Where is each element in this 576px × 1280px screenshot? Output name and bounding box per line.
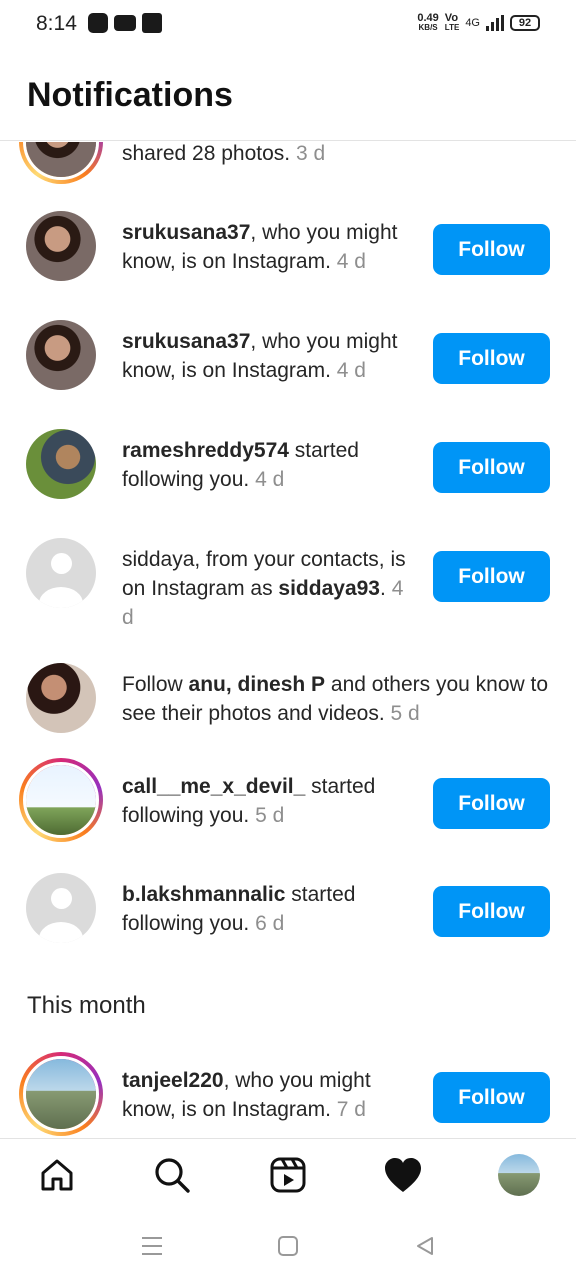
follow-button[interactable]: Follow [433,886,550,937]
page-title: Notifications [27,76,233,114]
list-item[interactable]: shared 28 photos. 3 d [0,142,576,184]
list-item[interactable]: Follow anu, dinesh P and others you know… [0,662,576,742]
list-item[interactable]: b.lakshmannalic started following you. 6… [0,872,576,952]
follow-button[interactable]: Follow [433,1072,550,1123]
list-item[interactable]: srukusana37, who you might know, is on I… [0,319,576,399]
follow-button[interactable]: Follow [433,551,550,602]
avatar[interactable] [19,758,103,842]
avatar[interactable] [26,873,96,943]
menu-icon[interactable] [138,1232,166,1260]
header: Notifications [0,52,576,141]
username[interactable]: rameshreddy574 [122,439,289,462]
status-system-icons: 0.49 KB/S Vo LTE 4G 92 [417,13,540,33]
notification-text: Follow anu, dinesh P and others you know… [122,673,549,725]
profile-avatar[interactable] [497,1153,541,1197]
heart-icon[interactable] [381,1153,425,1197]
system-nav [0,1210,576,1280]
home-square-icon[interactable] [274,1232,302,1260]
section-heading: This month [27,992,146,1019]
avatar[interactable] [26,429,96,499]
status-bar: 8:14 0.49 KB/S Vo LTE 4G 92 [0,0,576,52]
list-item[interactable]: call__me_x_devil_ started following you.… [0,756,576,846]
status-notification-icons [88,13,162,33]
follow-button[interactable]: Follow [433,442,550,493]
avatar[interactable] [26,320,96,390]
follow-button[interactable]: Follow [433,224,550,275]
net-speed: 0.49 KB/S [417,12,439,33]
battery-icon: 92 [510,15,540,31]
search-icon[interactable] [150,1153,194,1197]
notification-text: b.lakshmannalic started following you. 6… [122,883,356,935]
username[interactable]: b.lakshmannalic [122,883,285,906]
avatar[interactable] [26,211,96,281]
status-time: 8:14 [36,12,77,35]
username[interactable]: srukusana37 [122,330,250,353]
app-cat-icon [142,13,162,33]
back-icon[interactable] [411,1232,439,1260]
signal-icon [486,15,504,31]
home-icon[interactable] [35,1153,79,1197]
youtube-icon [114,15,136,31]
follow-button[interactable]: Follow [433,333,550,384]
list-item[interactable]: tanjeel220, who you might know, is on In… [0,1052,576,1138]
username[interactable]: dinesh P [238,673,326,696]
message-app-icon [88,13,108,33]
username[interactable]: siddaya93 [278,577,380,600]
avatar[interactable] [19,142,103,184]
avatar[interactable] [26,538,96,608]
username[interactable]: anu [189,673,226,696]
notification-text: tanjeel220, who you might know, is on In… [122,1069,371,1121]
bottom-nav [0,1138,576,1210]
follow-button[interactable]: Follow [433,778,550,829]
username[interactable]: srukusana37 [122,221,250,244]
username[interactable]: tanjeel220 [122,1069,224,1092]
username[interactable]: call__me_x_devil_ [122,775,305,798]
volte-indicator: Vo LTE [444,12,460,33]
avatar[interactable] [19,1052,103,1136]
network-type: 4G [465,17,480,29]
notification-text: srukusana37, who you might know, is on I… [122,221,398,273]
notification-text: shared 28 photos. 3 d [122,142,326,165]
reels-icon[interactable] [266,1153,310,1197]
notification-text: srukusana37, who you might know, is on I… [122,330,398,382]
notification-list[interactable]: shared 28 photos. 3 d srukusana37, who y… [0,142,576,1138]
notification-text: rameshreddy574 started following you. 4 … [122,439,359,491]
list-item[interactable]: rameshreddy574 started following you. 4 … [0,428,576,508]
list-item[interactable]: siddaya, from your contacts, is on Insta… [0,537,576,637]
notification-text: call__me_x_devil_ started following you.… [122,775,376,827]
avatar[interactable] [26,663,96,733]
notification-text: siddaya, from your contacts, is on Insta… [122,548,406,629]
list-item[interactable]: srukusana37, who you might know, is on I… [0,210,576,290]
